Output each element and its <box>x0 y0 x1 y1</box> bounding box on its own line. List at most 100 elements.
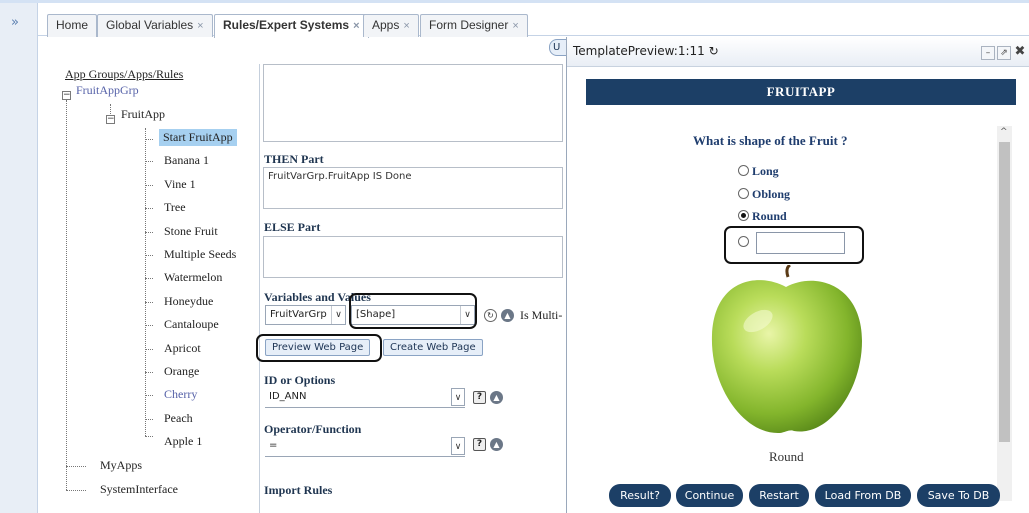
tree-node-rule[interactable]: Vine 1 <box>164 177 196 192</box>
tree-guide <box>145 372 153 373</box>
tree-node-rule[interactable]: Apricot <box>164 341 201 356</box>
tree-node-rule[interactable]: Stone Fruit <box>164 224 218 239</box>
refresh-icon[interactable]: ↻ <box>484 309 497 322</box>
preview-title-text: TemplatePreview:1:11 <box>573 44 705 58</box>
annotation-highlight <box>349 293 477 329</box>
tree-node-fruitapp[interactable]: FruitApp <box>121 107 165 122</box>
hidden-toolbar-button[interactable]: U <box>549 39 567 56</box>
tree-node-rule[interactable]: Apple 1 <box>164 434 202 449</box>
variable-group-select[interactable]: FruitVarGrp ∨ <box>265 305 346 325</box>
close-icon[interactable]: × <box>353 20 359 32</box>
option-label: Oblong <box>752 187 791 201</box>
tree-node-rule[interactable]: Watermelon <box>164 270 222 285</box>
scrollbar-thumb[interactable] <box>999 142 1010 442</box>
sidebar-expander[interactable]: » <box>0 3 38 513</box>
collapse-up-icon[interactable]: ▲ <box>490 391 503 404</box>
save-to-db-button[interactable]: Save To DB <box>917 484 1000 507</box>
tab-label: Global Variables <box>106 18 194 32</box>
tree-guide <box>145 232 153 233</box>
collapse-toggle-icon[interactable]: − <box>62 91 71 100</box>
question-text: What is shape of the Fruit ? <box>693 133 848 148</box>
tree-guide <box>145 208 153 209</box>
chevron-down-icon: ∨ <box>331 306 345 324</box>
radio-button[interactable] <box>738 188 749 199</box>
tree-guide <box>145 395 153 396</box>
tree-node-rule[interactable]: Cantaloupe <box>164 317 219 332</box>
id-options-label: ID or Options <box>264 373 336 387</box>
collapse-toggle-icon[interactable]: − <box>106 115 115 124</box>
help-icon[interactable]: ? <box>473 391 486 404</box>
tree-node-rule[interactable]: Cherry <box>164 387 197 402</box>
if-part-textarea[interactable] <box>263 64 563 142</box>
option-label: Round <box>752 209 787 223</box>
help-icon[interactable]: ? <box>473 438 486 451</box>
app-banner: FRUITAPP <box>586 79 1016 105</box>
option-oblong[interactable]: Oblong <box>738 187 790 202</box>
close-icon[interactable]: × <box>512 20 518 32</box>
then-part-textarea[interactable]: FruitVarGrp.FruitApp IS Done <box>263 167 563 209</box>
annotation-highlight <box>256 334 382 362</box>
radio-button[interactable] <box>738 165 749 176</box>
else-part-label: ELSE Part <box>264 220 321 234</box>
option-round[interactable]: Round <box>738 209 787 224</box>
tree-node-rule[interactable]: Start FruitApp <box>159 129 237 146</box>
id-options-select[interactable]: ID_ANN ∨ <box>265 388 465 408</box>
scroll-up-icon[interactable]: ^ <box>1000 127 1008 137</box>
tree-guide <box>145 419 153 420</box>
popout-icon[interactable]: ⇗ <box>997 46 1011 60</box>
tree-guide <box>145 139 153 140</box>
tree-node-rule[interactable]: Honeydue <box>164 294 213 309</box>
tree-node-rule[interactable]: Tree <box>164 200 186 215</box>
refresh-icon[interactable]: ↻ <box>709 44 719 58</box>
collapse-up-icon[interactable]: ▲ <box>501 309 514 322</box>
create-web-page-button[interactable]: Create Web Page <box>383 339 483 356</box>
tab-label: Rules/Expert Systems <box>223 18 350 32</box>
else-part-textarea[interactable] <box>263 236 563 278</box>
result-button[interactable]: Result? <box>609 484 671 507</box>
tree-node-rule[interactable]: Orange <box>164 364 199 379</box>
tree-root-link[interactable]: App Groups/Apps/Rules <box>65 67 183 82</box>
operator-select[interactable]: = ∨ <box>265 437 465 457</box>
tree-node-systeminterface[interactable]: SystemInterface <box>100 482 178 497</box>
tab-label: Form Designer <box>429 18 509 32</box>
tree-node-rule[interactable]: Banana 1 <box>164 153 209 168</box>
tab-home[interactable]: Home <box>47 14 98 37</box>
tab-rules-expert-systems[interactable]: Rules/Expert Systems × <box>214 14 369 38</box>
tree-node-rule[interactable]: Multiple Seeds <box>164 247 236 262</box>
template-preview-window: TemplatePreview:1:11 ↻ – ⇗ ✖ FRUITAPP ^ … <box>566 37 1029 513</box>
tab-global-variables[interactable]: Global Variables × <box>97 14 213 37</box>
collapse-up-icon[interactable]: ▲ <box>490 438 503 451</box>
close-icon[interactable]: ✖ <box>1013 45 1027 60</box>
tree-node-myapps[interactable]: MyApps <box>100 458 142 473</box>
tree-guide <box>66 100 67 490</box>
load-from-db-button[interactable]: Load From DB <box>815 484 911 507</box>
tab-form-designer[interactable]: Form Designer × <box>420 14 528 37</box>
operator-label: Operator/Function <box>264 422 362 436</box>
panel-divider[interactable] <box>259 64 260 513</box>
select-value: FruitVarGrp <box>270 309 327 320</box>
close-icon[interactable]: × <box>403 20 409 32</box>
continue-button[interactable]: Continue <box>676 484 743 507</box>
tree-guide <box>145 325 153 326</box>
chevron-down-icon: ∨ <box>451 388 465 406</box>
answer-caption: Round <box>769 449 804 464</box>
select-value: = <box>269 440 278 451</box>
tree-node-rule[interactable]: Peach <box>164 411 193 426</box>
minimize-icon[interactable]: – <box>981 46 995 60</box>
preview-titlebar[interactable]: TemplatePreview:1:11 ↻ – ⇗ ✖ <box>567 37 1029 67</box>
expand-chevron-icon[interactable]: » <box>11 15 19 30</box>
tree-guide <box>145 278 153 279</box>
restart-button[interactable]: Restart <box>749 484 809 507</box>
tree-guide <box>145 436 153 437</box>
close-icon[interactable]: × <box>197 20 203 32</box>
tab-apps[interactable]: Apps × <box>363 14 419 37</box>
tree-guide <box>145 161 153 162</box>
option-long[interactable]: Long <box>738 164 779 179</box>
tree-node-fruitappgrp[interactable]: FruitAppGrp <box>76 83 139 98</box>
tab-label: Home <box>56 18 89 32</box>
select-value: ID_ANN <box>269 391 307 402</box>
tree-guide <box>145 302 153 303</box>
preview-scrollbar[interactable]: ^ <box>997 126 1012 501</box>
green-apple-image <box>706 265 869 441</box>
radio-button-selected[interactable] <box>738 210 749 221</box>
